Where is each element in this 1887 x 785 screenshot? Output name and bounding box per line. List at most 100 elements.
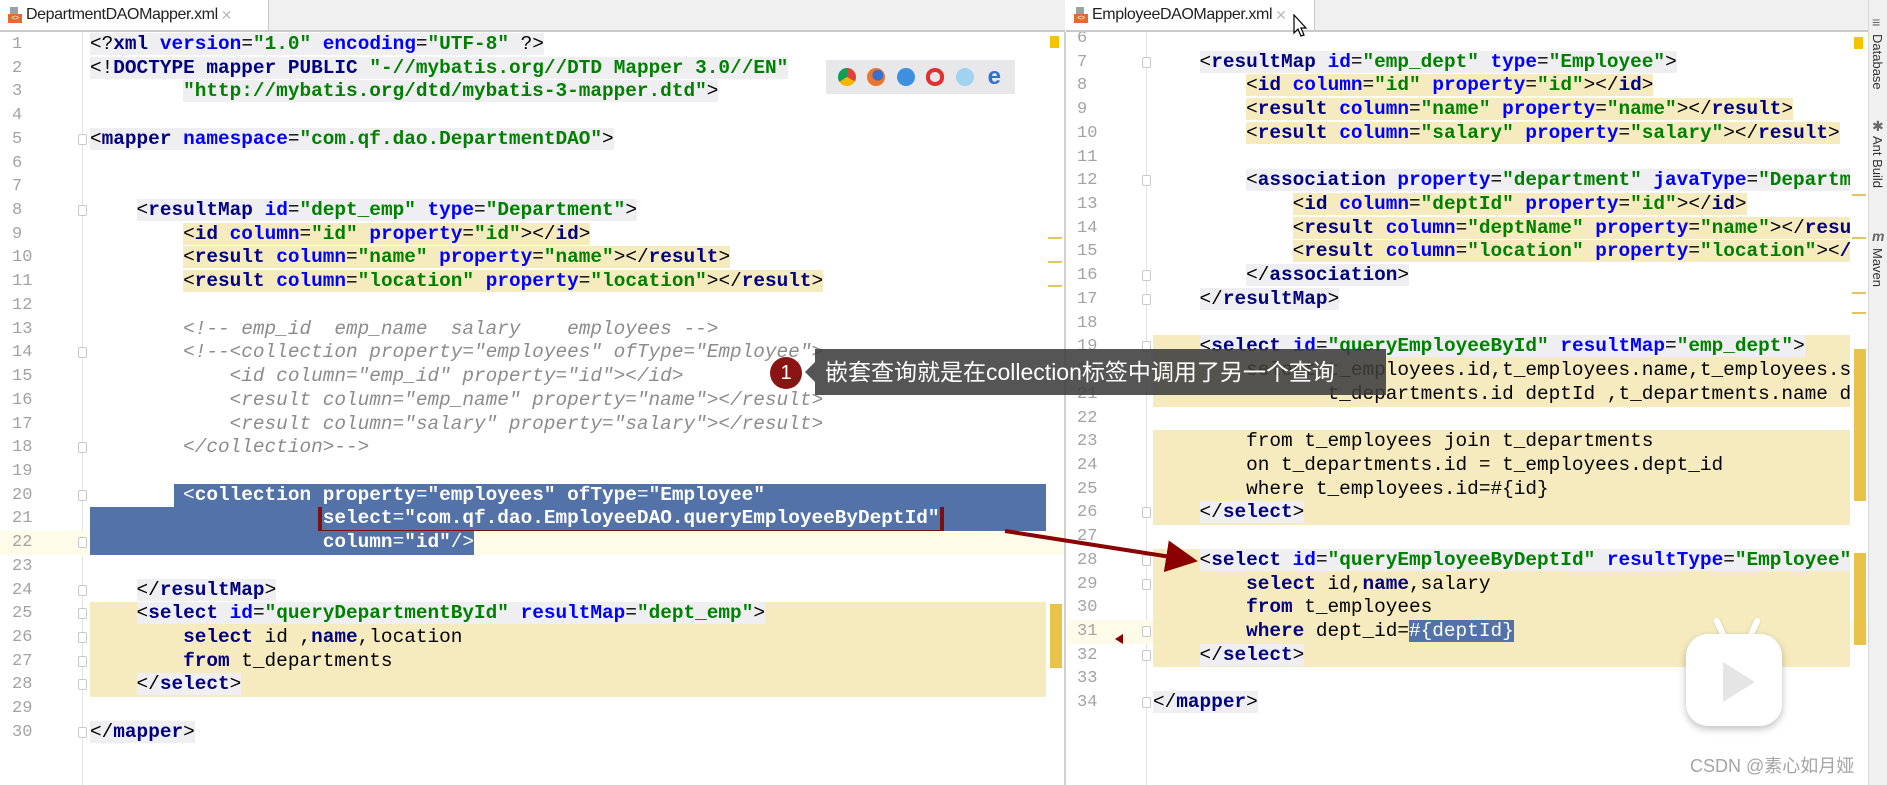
code-text[interactable]: <select id="queryEmployeeByDeptId" resul… (1153, 548, 1850, 573)
code-line[interactable]: 10 <result column="salary" property="sal… (1067, 121, 1868, 146)
opera-icon[interactable] (926, 68, 945, 86)
fold-marker-icon[interactable] (78, 726, 87, 738)
code-line[interactable]: 1 <?xml version="1.0" encoding="UTF-8" ?> (0, 33, 1064, 57)
code-line[interactable]: 18 (1067, 312, 1868, 336)
code-line[interactable]: 17 </resultMap> (1067, 287, 1868, 312)
code-line[interactable]: 25 where t_employees.id=#{id} (1067, 477, 1868, 502)
code-text[interactable]: </resultMap> (90, 578, 1046, 603)
code-line[interactable]: 15 <result column="location" property="l… (1067, 240, 1868, 264)
fold-marker-icon[interactable] (78, 631, 87, 643)
tool-database[interactable]: Database (1870, 34, 1885, 90)
code-text[interactable]: on t_departments.id = t_employees.dept_i… (1153, 453, 1850, 478)
code-line[interactable]: 6 (0, 152, 1064, 176)
code-text[interactable]: where t_employees.id=#{id} (1153, 477, 1850, 502)
code-line[interactable]: 23 from t_employees join t_departments (1067, 430, 1868, 454)
edge-icon[interactable]: e (985, 65, 1003, 89)
code-text[interactable]: <id column="deptId" property="id"></id> (1153, 193, 1850, 217)
ie-icon[interactable] (955, 68, 974, 86)
fold-marker-icon[interactable] (78, 537, 87, 549)
fold-marker-icon[interactable] (78, 655, 87, 667)
firefox-icon[interactable] (867, 68, 886, 86)
fold-marker-icon[interactable] (1142, 270, 1151, 282)
safari-icon[interactable] (896, 68, 915, 86)
fold-marker-icon[interactable] (1142, 175, 1151, 187)
code-text[interactable]: select id,name,salary (1153, 572, 1850, 597)
code-line[interactable]: 22 (1067, 407, 1868, 431)
code-line[interactable]: 7 (0, 175, 1064, 199)
code-text[interactable]: <result column="location" property="loca… (90, 270, 1046, 294)
left-editor[interactable]: 1 <?xml version="1.0" encoding="UTF-8" ?>… (0, 32, 1066, 785)
code-line[interactable]: 16 </association> (1067, 264, 1868, 288)
code-text[interactable]: <result column="name" property="name"></… (90, 246, 1046, 270)
code-line[interactable]: 29 (0, 697, 1064, 721)
code-text[interactable]: <result column="salary" property="salary… (1153, 121, 1850, 146)
code-text[interactable]: <!-- emp_id emp_name salary employees --… (90, 318, 1046, 342)
tool-maven[interactable]: Maven (1870, 248, 1885, 287)
fold-marker-icon[interactable] (78, 679, 87, 691)
code-text[interactable]: </select> (1153, 501, 1850, 526)
code-text[interactable]: </collection>--> (90, 436, 1046, 460)
fold-marker-icon[interactable] (1142, 56, 1151, 68)
code-text[interactable]: <resultMap id="emp_dept" type="Employee"… (1153, 50, 1850, 75)
code-line[interactable]: 8 <id column="id" property="id"></id> (1067, 74, 1868, 98)
fold-marker-icon[interactable] (1142, 578, 1151, 590)
code-text[interactable]: <select id="queryDepartmentById" resultM… (90, 602, 1046, 626)
code-text[interactable]: from t_employees join t_departments (1153, 430, 1850, 454)
code-text[interactable]: from t_employees (1153, 596, 1850, 620)
code-line[interactable]: 25 <select id="queryDepartmentById" resu… (0, 602, 1064, 626)
code-line[interactable]: 29 select id,name,salary (1067, 572, 1868, 597)
code-text[interactable]: <association property="department" javaT… (1153, 169, 1850, 193)
code-line[interactable]: 11 <result column="location" property="l… (0, 270, 1064, 294)
code-text[interactable]: </select> (90, 673, 1046, 698)
code-line[interactable]: 17 <result column="salary" property="sal… (0, 413, 1064, 437)
tool-ant-build[interactable]: Ant Build (1870, 136, 1885, 188)
fold-marker-icon[interactable] (78, 442, 87, 454)
code-text[interactable]: <collection property="employees" ofType=… (90, 483, 1046, 508)
code-line[interactable]: 26 </select> (1067, 501, 1868, 526)
code-line[interactable]: 28 <select id="queryEmployeeByDeptId" re… (1067, 548, 1868, 573)
code-text[interactable]: <result column="deptName" property="name… (1153, 216, 1850, 241)
code-line[interactable]: 13 <id column="deptId" property="id"></i… (1067, 193, 1868, 217)
code-line[interactable]: 26 select id ,name,location (0, 625, 1064, 650)
error-stripe[interactable] (1850, 32, 1868, 785)
code-line[interactable]: 24 </resultMap> (0, 578, 1064, 603)
code-line[interactable]: 20 <collection property="employees" ofTy… (0, 483, 1064, 508)
code-line[interactable]: 30 from t_employees (1067, 596, 1868, 620)
code-line[interactable]: 12 (0, 294, 1064, 318)
fold-marker-icon[interactable] (1142, 507, 1151, 519)
code-text[interactable]: <result column="name" property="name"></… (1153, 98, 1850, 122)
code-line[interactable]: 9 <result column="name" property="name">… (1067, 98, 1868, 122)
code-text[interactable]: column="id"/> (90, 531, 1046, 555)
code-line[interactable]: 18 </collection>--> (0, 436, 1064, 460)
code-line[interactable]: 24 on t_departments.id = t_employees.dep… (1067, 453, 1868, 478)
tab-employee-dao-mapper[interactable]: EmployeeDAOMapper.xml ✕ (1066, 0, 1315, 30)
fold-marker-icon[interactable] (78, 608, 87, 620)
code-text[interactable]: </resultMap> (1153, 287, 1850, 312)
code-text[interactable]: </mapper> (90, 720, 1046, 745)
code-text[interactable]: <result column="location" property="loca… (1153, 240, 1850, 264)
code-text[interactable]: <resultMap id="dept_emp" type="Departmen… (90, 199, 1046, 223)
code-line[interactable]: 5 <mapper namespace="com.qf.dao.Departmen… (0, 127, 1064, 152)
code-line[interactable]: 22 column="id"/> (0, 531, 1064, 555)
code-line[interactable]: 12 <association property="department" ja… (1067, 169, 1868, 193)
fold-marker-icon[interactable] (1142, 625, 1151, 637)
code-line[interactable]: 14 <result column="deptName" property="n… (1067, 216, 1868, 241)
code-line[interactable]: 9 <id column="id" property="id"></id> (0, 222, 1064, 247)
code-line[interactable]: 23 (0, 555, 1064, 579)
code-line[interactable]: 21 select="com.qf.dao.EmployeeDAO.queryE… (0, 507, 1064, 532)
code-text[interactable]: <result column="salary" property="salary… (90, 413, 1046, 437)
code-line[interactable]: 19 (0, 460, 1064, 484)
fold-marker-icon[interactable] (1142, 649, 1151, 661)
code-line[interactable]: 27 from t_departments (0, 649, 1064, 674)
code-line[interactable]: 10 <result column="name" property="name"… (0, 246, 1064, 270)
fold-marker-icon[interactable] (1142, 554, 1151, 566)
code-text[interactable]: <mapper namespace="com.qf.dao.Department… (90, 127, 1046, 152)
code-line[interactable]: 13 <!-- emp_id emp_name salary employees… (0, 318, 1064, 342)
fold-marker-icon[interactable] (1142, 697, 1151, 709)
tab-department-dao-mapper[interactable]: DepartmentDAOMapper.xml ✕ (0, 0, 269, 30)
code-text[interactable]: <id column="id" property="id"></id> (1153, 74, 1850, 98)
fold-marker-icon[interactable] (78, 347, 87, 359)
fold-marker-icon[interactable] (78, 489, 87, 501)
code-line[interactable]: 28 </select> (0, 673, 1064, 698)
code-text[interactable]: <id column="id" property="id"></id> (90, 222, 1046, 247)
